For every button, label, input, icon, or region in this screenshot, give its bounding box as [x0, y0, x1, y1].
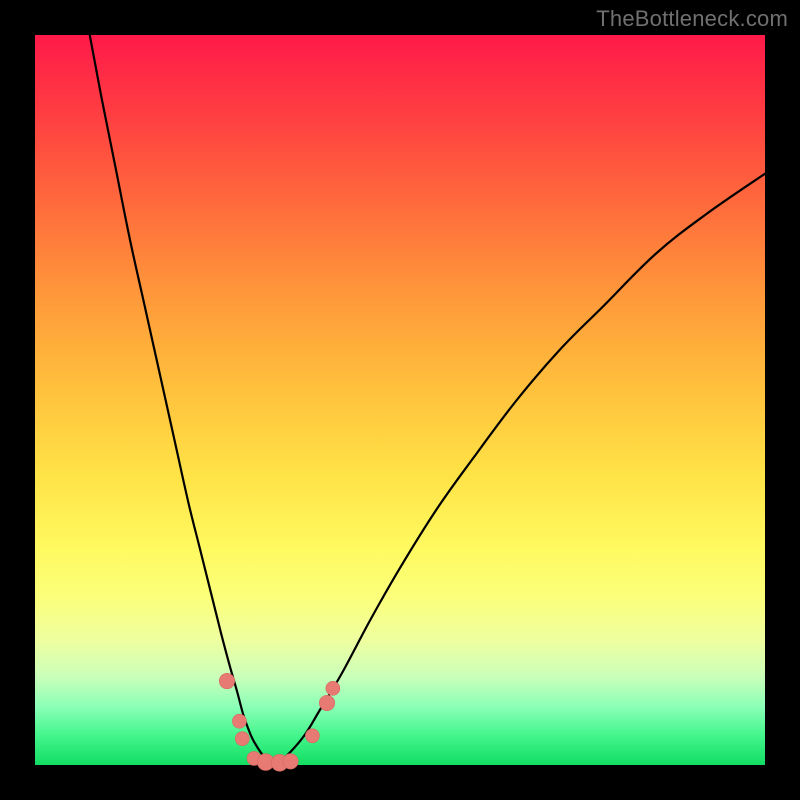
curve-left — [90, 35, 276, 765]
data-point — [305, 729, 319, 743]
data-point — [219, 673, 234, 688]
data-points — [219, 673, 340, 771]
chart-frame: TheBottleneck.com — [0, 0, 800, 800]
chart-svg — [35, 35, 765, 765]
data-point — [232, 714, 246, 728]
plot-area — [35, 35, 765, 765]
data-point — [283, 754, 298, 769]
curve-right — [276, 174, 765, 765]
watermark-text: TheBottleneck.com — [596, 6, 788, 32]
data-point — [235, 732, 249, 746]
data-point — [326, 681, 340, 695]
data-point — [319, 695, 334, 710]
